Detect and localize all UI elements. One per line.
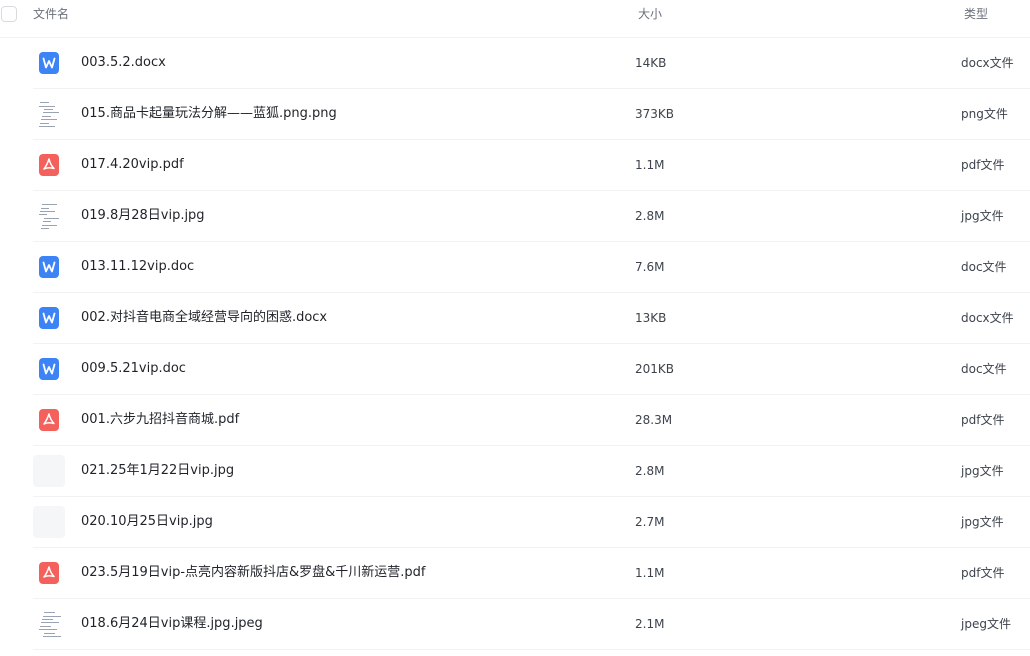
file-name[interactable]: 002.对抖音电商全域经营导向的困惑.docx bbox=[81, 310, 327, 326]
column-header-type[interactable]: 类型 bbox=[964, 7, 988, 21]
image-thumbnail bbox=[33, 200, 65, 232]
select-all-checkbox[interactable] bbox=[1, 6, 17, 22]
file-row[interactable]: 009.5.21vip.doc 201KB doc文件 bbox=[33, 344, 1030, 395]
file-row[interactable]: 001.六步九招抖音商城.pdf 28.3M pdf文件 bbox=[33, 395, 1030, 446]
image-thumbnail bbox=[33, 608, 65, 640]
file-type: docx文件 bbox=[961, 56, 1014, 70]
file-size: 7.6M bbox=[635, 260, 665, 274]
file-size: 14KB bbox=[635, 56, 667, 70]
file-size: 1.1M bbox=[635, 566, 665, 580]
file-name[interactable]: 021.25年1月22日vip.jpg bbox=[81, 463, 234, 479]
pdf-file-icon bbox=[33, 557, 65, 589]
word-file-icon bbox=[33, 302, 65, 334]
file-name[interactable]: 003.5.2.docx bbox=[81, 55, 166, 71]
file-name[interactable]: 019.8月28日vip.jpg bbox=[81, 208, 205, 224]
word-file-icon bbox=[33, 251, 65, 283]
file-type: jpg文件 bbox=[961, 515, 1004, 529]
file-size: 2.1M bbox=[635, 617, 665, 631]
file-type: docx文件 bbox=[961, 311, 1014, 325]
file-row[interactable]: 017.4.20vip.pdf 1.1M pdf文件 bbox=[33, 140, 1030, 191]
file-type: jpg文件 bbox=[961, 209, 1004, 223]
file-size: 2.7M bbox=[635, 515, 665, 529]
file-row[interactable]: 013.11.12vip.doc 7.6M doc文件 bbox=[33, 242, 1030, 293]
file-name[interactable]: 009.5.21vip.doc bbox=[81, 361, 186, 377]
file-size: 28.3M bbox=[635, 413, 673, 427]
file-type: png文件 bbox=[961, 107, 1008, 121]
file-name[interactable]: 023.5月19日vip-点亮内容新版抖店&罗盘&千川新运营.pdf bbox=[81, 565, 426, 581]
file-size: 201KB bbox=[635, 362, 675, 376]
word-file-icon bbox=[33, 47, 65, 79]
file-row[interactable]: 020.10月25日vip.jpg 2.7M jpg文件 bbox=[33, 497, 1030, 548]
file-name[interactable]: 001.六步九招抖音商城.pdf bbox=[81, 412, 239, 428]
word-file-icon bbox=[33, 353, 65, 385]
image-thumbnail bbox=[33, 98, 65, 130]
file-type: jpeg文件 bbox=[961, 617, 1011, 631]
file-type: pdf文件 bbox=[961, 158, 1005, 172]
file-size: 1.1M bbox=[635, 158, 665, 172]
file-type: pdf文件 bbox=[961, 566, 1005, 580]
pdf-file-icon bbox=[33, 404, 65, 436]
file-size: 13KB bbox=[635, 311, 667, 325]
file-name[interactable]: 018.6月24日vip课程.jpg.jpeg bbox=[81, 616, 263, 632]
column-header-size[interactable]: 大小 bbox=[638, 7, 662, 21]
file-size: 2.8M bbox=[635, 209, 665, 223]
file-row[interactable]: 002.对抖音电商全域经营导向的困惑.docx 13KB docx文件 bbox=[33, 293, 1030, 344]
file-type: pdf文件 bbox=[961, 413, 1005, 427]
file-row[interactable]: 021.25年1月22日vip.jpg 2.8M jpg文件 bbox=[33, 446, 1030, 497]
image-thumbnail bbox=[33, 455, 65, 487]
file-row[interactable]: 015.商品卡起量玩法分解——蓝狐.png.png 373KB png文件 bbox=[33, 89, 1030, 140]
file-type: doc文件 bbox=[961, 362, 1007, 376]
image-thumbnail bbox=[33, 506, 65, 538]
file-name[interactable]: 020.10月25日vip.jpg bbox=[81, 514, 213, 530]
file-size: 2.8M bbox=[635, 464, 665, 478]
file-name[interactable]: 015.商品卡起量玩法分解——蓝狐.png.png bbox=[81, 106, 337, 122]
file-size: 373KB bbox=[635, 107, 675, 121]
file-name[interactable]: 013.11.12vip.doc bbox=[81, 259, 194, 275]
file-row[interactable]: 019.8月28日vip.jpg 2.8M jpg文件 bbox=[33, 191, 1030, 242]
pdf-file-icon bbox=[33, 149, 65, 181]
file-row[interactable]: 003.5.2.docx 14KB docx文件 bbox=[33, 38, 1030, 89]
file-name[interactable]: 017.4.20vip.pdf bbox=[81, 157, 184, 173]
file-type: doc文件 bbox=[961, 260, 1007, 274]
file-list: 003.5.2.docx 14KB docx文件 015.商品卡起量玩法分解——蓝狐.… bbox=[0, 38, 1030, 650]
file-row[interactable]: 023.5月19日vip-点亮内容新版抖店&罗盘&千川新运营.pdf 1.1M pd… bbox=[33, 548, 1030, 599]
column-header-name[interactable]: 文件名 bbox=[33, 7, 69, 21]
file-row[interactable]: 018.6月24日vip课程.jpg.jpeg 2.1M jpeg文件 bbox=[33, 599, 1030, 650]
file-list-header: 文件名 大小 类型 bbox=[0, 0, 1030, 38]
file-type: jpg文件 bbox=[961, 464, 1004, 478]
